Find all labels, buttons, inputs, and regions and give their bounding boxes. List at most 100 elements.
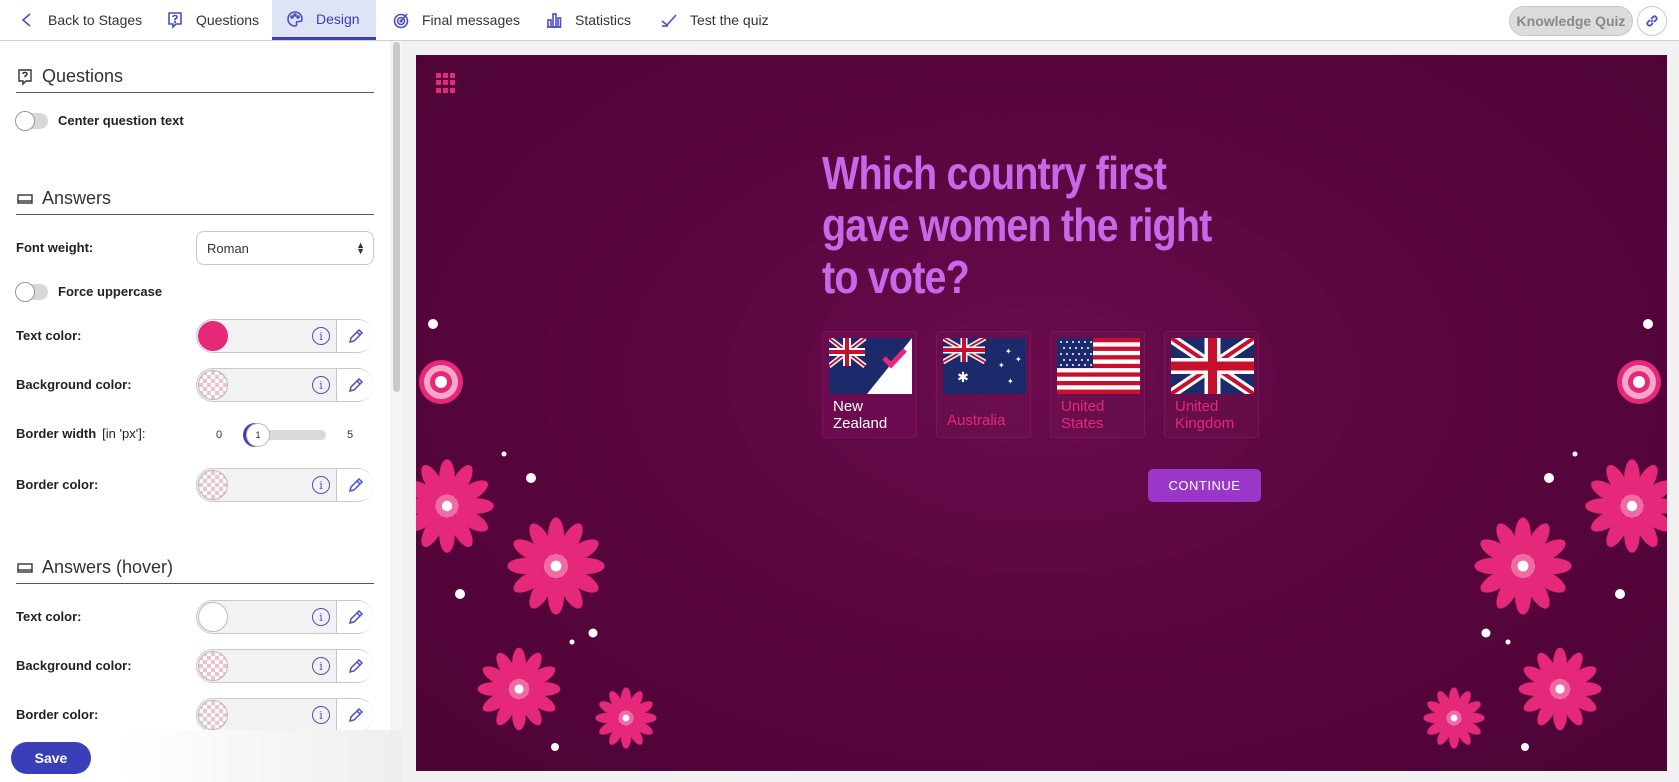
answers-hover-section-label: Answers (hover)	[42, 557, 174, 577]
answer-label: New Zealand	[833, 398, 888, 432]
force-uppercase-label: Force uppercase	[58, 284, 163, 299]
questions-section-title: Questions	[16, 61, 374, 93]
info-icon[interactable]: i	[312, 476, 330, 494]
svg-text:✦: ✦	[1005, 347, 1012, 356]
answer-label: United States	[1061, 398, 1105, 432]
bar-chart-icon	[547, 13, 562, 28]
pencil-icon	[348, 609, 364, 624]
hover-background-color-swatch[interactable]	[198, 651, 228, 681]
pencil-icon	[348, 477, 364, 492]
answer-option[interactable]: United Kingdom	[1164, 331, 1259, 438]
answer-option[interactable]: United States	[1050, 331, 1145, 438]
text-color-field[interactable]: i	[196, 319, 374, 353]
hover-border-color-field[interactable]: i	[196, 698, 374, 732]
slider-max: 5	[347, 429, 354, 441]
info-icon[interactable]: i	[312, 608, 330, 626]
united-kingdom-flag-icon	[1171, 338, 1254, 394]
tab-statistics[interactable]: Statistics	[545, 0, 631, 40]
question-box-icon	[168, 12, 182, 29]
background-color-swatch[interactable]	[198, 370, 228, 400]
australia-flag-icon: ✱ ✦✦✦✦	[943, 338, 1026, 394]
hover-border-color-label: Border color:	[16, 707, 99, 722]
hover-border-color-swatch[interactable]	[198, 700, 228, 730]
question-text: Which country first gave women the right…	[822, 147, 1212, 303]
hover-text-color-swatch[interactable]	[198, 602, 228, 632]
hover-background-color-field[interactable]: i	[196, 649, 374, 683]
answer-label: United Kingdom	[1175, 398, 1235, 432]
tab-final-messages-label: Final messages	[422, 12, 521, 28]
center-question-toggle[interactable]	[15, 111, 48, 131]
svg-text:✱: ✱	[957, 369, 969, 385]
tab-statistics-label: Statistics	[575, 12, 632, 28]
info-icon[interactable]: i	[312, 657, 330, 675]
font-weight-select[interactable]: Roman ▲ ▼	[196, 231, 374, 265]
tab-test-label: Test the quiz	[690, 12, 769, 28]
background-color-field[interactable]: i	[196, 368, 374, 402]
svg-text:✦: ✦	[1015, 355, 1022, 364]
question-box-icon	[18, 68, 32, 86]
text-color-label: Text color:	[16, 328, 82, 343]
hover-background-color-label: Background color:	[16, 658, 132, 673]
info-icon[interactable]: i	[312, 327, 330, 345]
answer-label: Australia	[947, 412, 1006, 429]
border-color-label: Border color:	[16, 477, 99, 492]
answers-section-title: Answers	[16, 183, 374, 215]
font-weight-label: Font weight:	[16, 240, 94, 255]
center-question-label: Center question text	[58, 113, 184, 128]
tab-design[interactable]: Design	[272, 0, 376, 40]
back-label: Back to Stages	[48, 12, 143, 28]
quiz-name-button[interactable]: Knowledge Quiz	[1509, 6, 1633, 36]
tab-design-label: Design	[316, 10, 360, 27]
color-picker-button[interactable]	[336, 469, 374, 501]
new-zealand-flag-icon	[829, 338, 912, 394]
answer-option[interactable]: New Zealand	[822, 331, 917, 438]
pencil-icon	[348, 707, 364, 722]
answer-box-icon	[17, 562, 33, 573]
tab-questions[interactable]: Questions	[166, 0, 259, 40]
answer-option[interactable]: ✱ ✦ ✦ ✦ ✦ Australia	[936, 331, 1031, 438]
info-icon[interactable]: i	[312, 706, 330, 724]
border-color-swatch[interactable]	[198, 470, 228, 500]
text-color-swatch[interactable]	[198, 321, 228, 351]
color-picker-button[interactable]	[336, 601, 374, 633]
save-button[interactable]: Save	[11, 742, 91, 774]
svg-text:✦: ✦	[1007, 377, 1014, 386]
back-to-stages-link[interactable]: Back to Stages	[18, 0, 142, 40]
united-states-flag-icon	[1057, 338, 1140, 394]
tab-final-messages[interactable]: Final messages	[392, 0, 520, 40]
checkmark-icon	[661, 14, 677, 27]
tab-questions-label: Questions	[196, 12, 260, 28]
tab-test-quiz[interactable]: Test the quiz	[660, 0, 769, 40]
palette-icon	[287, 10, 303, 27]
color-picker-button[interactable]	[336, 699, 374, 731]
hover-text-color-label: Text color:	[16, 609, 82, 624]
chevron-left-icon	[21, 13, 31, 27]
target-icon	[393, 13, 409, 29]
hover-text-color-field[interactable]: i	[196, 600, 374, 634]
link-icon	[1646, 15, 1658, 27]
background-color-label: Background color:	[16, 377, 132, 392]
color-picker-button[interactable]	[336, 320, 374, 352]
pencil-icon	[348, 377, 364, 392]
border-width-title: Border width	[16, 426, 97, 441]
color-picker-button[interactable]	[336, 369, 374, 401]
border-width-unit: [in 'px']:	[102, 426, 146, 441]
select-arrows-icon: ▲ ▼	[356, 240, 365, 256]
panel-scrollbar[interactable]	[393, 42, 400, 392]
border-color-field[interactable]: i	[196, 468, 374, 502]
font-weight-value: Roman	[207, 240, 249, 256]
pencil-icon	[348, 328, 364, 343]
top-navigation: Back to Stages Questions Design Final me…	[0, 0, 1679, 41]
svg-text:✦: ✦	[998, 361, 1005, 370]
share-link-button[interactable]	[1637, 6, 1667, 36]
border-width-label: Border width [in 'px']:	[16, 426, 145, 441]
slider-min: 0	[216, 429, 223, 441]
info-icon[interactable]: i	[312, 376, 330, 394]
quiz-preview: Which country first gave women the right…	[416, 55, 1667, 771]
border-width-slider-thumb[interactable]: 1	[246, 423, 270, 447]
color-picker-button[interactable]	[336, 650, 374, 682]
pencil-icon	[348, 658, 364, 673]
force-uppercase-toggle[interactable]	[15, 282, 48, 302]
answer-box-icon	[17, 193, 33, 204]
continue-button[interactable]: CONTINUE	[1148, 469, 1261, 502]
